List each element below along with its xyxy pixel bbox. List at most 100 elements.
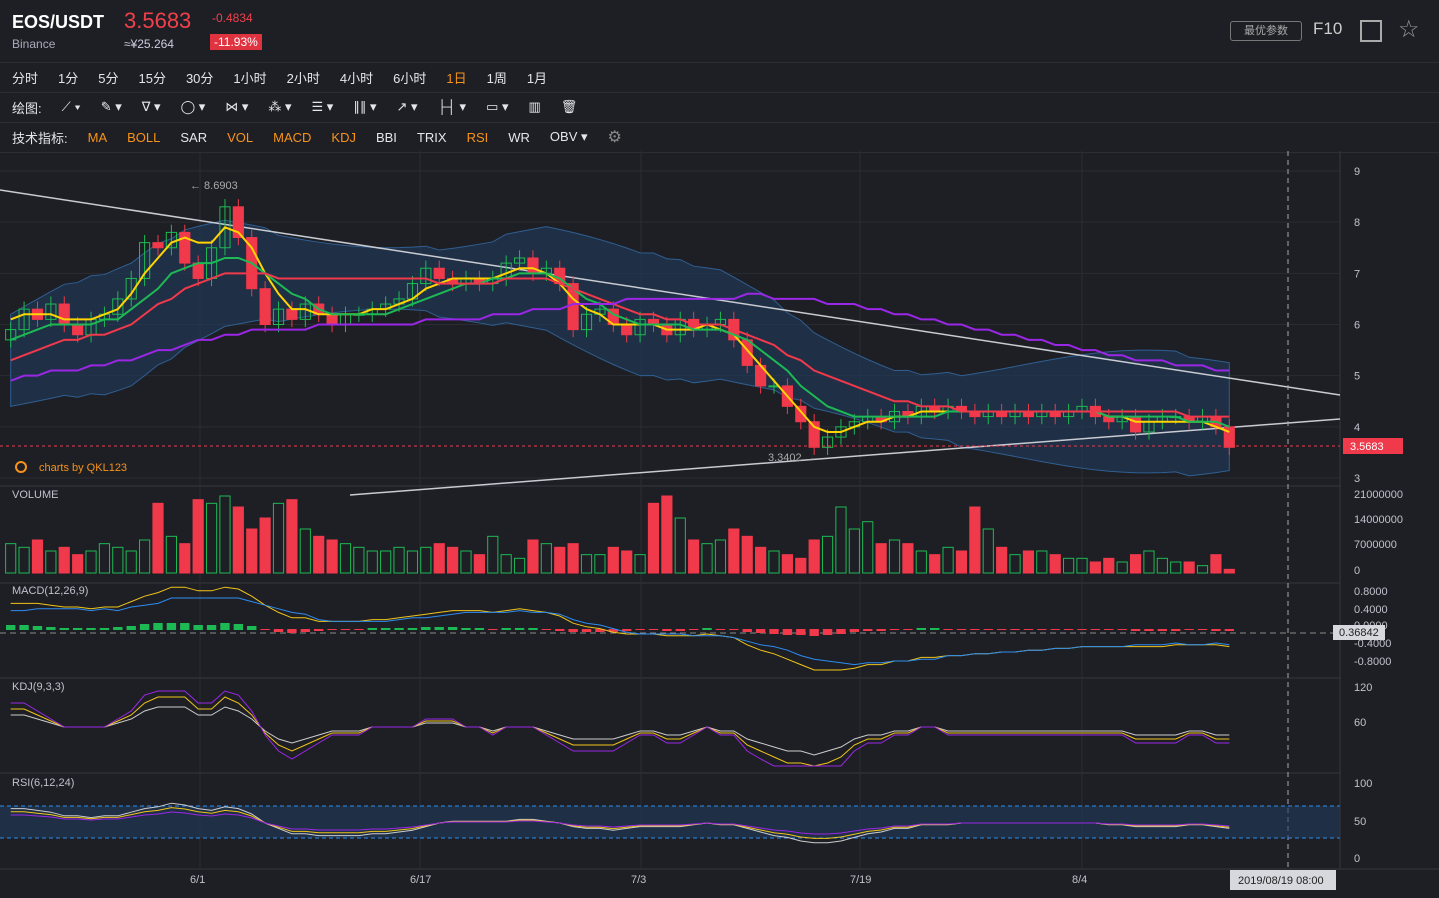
volume-bar (353, 546, 365, 574)
pair-title: EOS/USDT (12, 12, 105, 32)
macd-bar (970, 629, 980, 630)
candle-body (326, 313, 338, 325)
channel-tool-icon[interactable]: ∇ ▾ (142, 99, 161, 115)
macd-bar (6, 625, 16, 630)
indicator-macd[interactable]: MACD (273, 130, 311, 145)
optimal-params-button[interactable]: 最优参数 (1230, 21, 1302, 41)
volume-bar (661, 495, 673, 574)
volume-bar (996, 546, 1008, 574)
macd-bar (247, 626, 257, 630)
period-tab[interactable]: 1分 (58, 68, 78, 87)
volume-bar (594, 554, 606, 574)
header-bar: EOS/USDT Binance 3.5683 ≈¥25.264 -0.4834… (0, 0, 1439, 63)
indicator-vol[interactable]: VOL (227, 130, 253, 145)
period-tab[interactable]: 1日 (446, 68, 466, 87)
measure-tool-icon[interactable]: ├┤ ▾ (438, 99, 467, 115)
low-label: 3.3402 → (768, 452, 816, 464)
macd-bar (1157, 629, 1168, 631)
macd-tick-label: -0.8000 (1354, 656, 1391, 668)
star-icon[interactable]: ☆ (1398, 15, 1420, 44)
macd-bar (675, 629, 685, 631)
period-tab[interactable]: 1月 (527, 68, 547, 87)
macd-bar (206, 625, 217, 630)
shape-tool-icon[interactable]: ◯ ▾ (181, 99, 206, 115)
price-chart[interactable]: 9 8 7 6 5 4 3 ← 8.6903 3.3402 → 3.5683 charts by Q… (0, 151, 1439, 898)
period-tab[interactable]: 5分 (98, 68, 118, 87)
volume-bar (969, 506, 981, 574)
pattern-tool-icon[interactable]: ⋈ ▾ (225, 99, 248, 115)
fullscreen-icon[interactable] (1360, 20, 1382, 42)
macd-bar (447, 627, 458, 630)
indicator-sar[interactable]: SAR (180, 130, 207, 145)
period-tab[interactable]: 30分 (186, 68, 213, 87)
pen-tool-icon[interactable]: ✎ ▾ (101, 99, 122, 115)
period-tab[interactable]: 1周 (487, 68, 507, 87)
indicator-boll[interactable]: BOLL (127, 130, 160, 145)
macd-bar (1104, 629, 1114, 630)
volume-bar (18, 546, 30, 574)
rsi-label: RSI(6,12,24) (12, 777, 74, 789)
macd-bar (1184, 629, 1194, 630)
volume-bar (808, 539, 820, 574)
fib-tool-icon[interactable]: ☰ ▾ (312, 99, 334, 115)
macd-bar (809, 629, 819, 636)
indicator-obv[interactable]: OBV ▾ (550, 129, 588, 145)
volume-bar (487, 535, 499, 574)
period-tab[interactable]: 15分 (138, 68, 165, 87)
gann-tool-icon[interactable]: ∥∥ ▾ (353, 99, 376, 115)
indicator-trix[interactable]: TRIX (417, 130, 447, 145)
volume-bar (259, 517, 271, 574)
volume-bar (72, 554, 84, 574)
indicator-toolbar: 技术指标: MA BOLL SAR VOL MACD KDJ BBI TRIX RSI WR OBV … (0, 122, 1439, 153)
volume-bar (848, 528, 860, 574)
bars-tool-icon[interactable]: ▥ (528, 99, 540, 115)
volume-bar (1183, 561, 1195, 574)
note-tool-icon[interactable]: ▭ ▾ (486, 99, 508, 115)
macd-bar (568, 629, 578, 632)
macd-bar (983, 629, 993, 630)
period-tab[interactable]: 1小时 (233, 68, 266, 87)
indicator-ma[interactable]: MA (88, 130, 108, 145)
macd-bar (528, 628, 538, 630)
volume-bar (313, 535, 325, 574)
candle-body (433, 267, 445, 279)
trash-icon[interactable]: 🗑 (561, 99, 578, 115)
volume-bar (5, 543, 17, 574)
indicator-kdj[interactable]: KDJ (331, 130, 356, 145)
volume-bar (1103, 557, 1115, 574)
indicator-wr[interactable]: WR (508, 130, 530, 145)
macd-bar (769, 629, 779, 634)
volume-tick-label: 14000000 (1354, 514, 1403, 526)
period-tab[interactable]: 2小时 (287, 68, 320, 87)
indicator-bbi[interactable]: BBI (376, 130, 397, 145)
macd-bar (715, 629, 726, 630)
f10-button[interactable]: F10 (1313, 19, 1342, 39)
macd-bar (956, 629, 967, 630)
settings-gear-icon[interactable]: ⚙ (608, 127, 622, 147)
macd-bar (702, 628, 712, 630)
volume-bar (1063, 557, 1075, 574)
volume-bar (688, 539, 700, 574)
indicator-rsi[interactable]: RSI (467, 130, 489, 145)
macd-bar (166, 623, 177, 630)
period-tab[interactable]: 4小时 (340, 68, 373, 87)
volume-bar (647, 502, 660, 574)
macd-bar (59, 628, 69, 630)
volume-bar (942, 546, 954, 574)
line-tool-icon[interactable]: ⟋ ▾ (62, 99, 81, 115)
volume-bar (902, 543, 914, 574)
macd-bar (287, 629, 297, 633)
volume-bar (205, 502, 218, 574)
node-tool-icon[interactable]: ⁂ ▾ (268, 99, 291, 115)
x-tick-label: 7/19 (850, 874, 871, 886)
volume-bar (513, 557, 526, 574)
macd-bar (1197, 629, 1208, 630)
period-tab[interactable]: 6小时 (393, 68, 426, 87)
macd-bar (220, 623, 230, 630)
volume-bar (674, 517, 686, 574)
macd-bar (889, 629, 900, 630)
volume-bar (755, 546, 767, 574)
volume-bar (393, 546, 405, 574)
period-tab[interactable]: 分时 (12, 68, 38, 87)
arrow-tool-icon[interactable]: ↗ ▾ (396, 99, 417, 115)
